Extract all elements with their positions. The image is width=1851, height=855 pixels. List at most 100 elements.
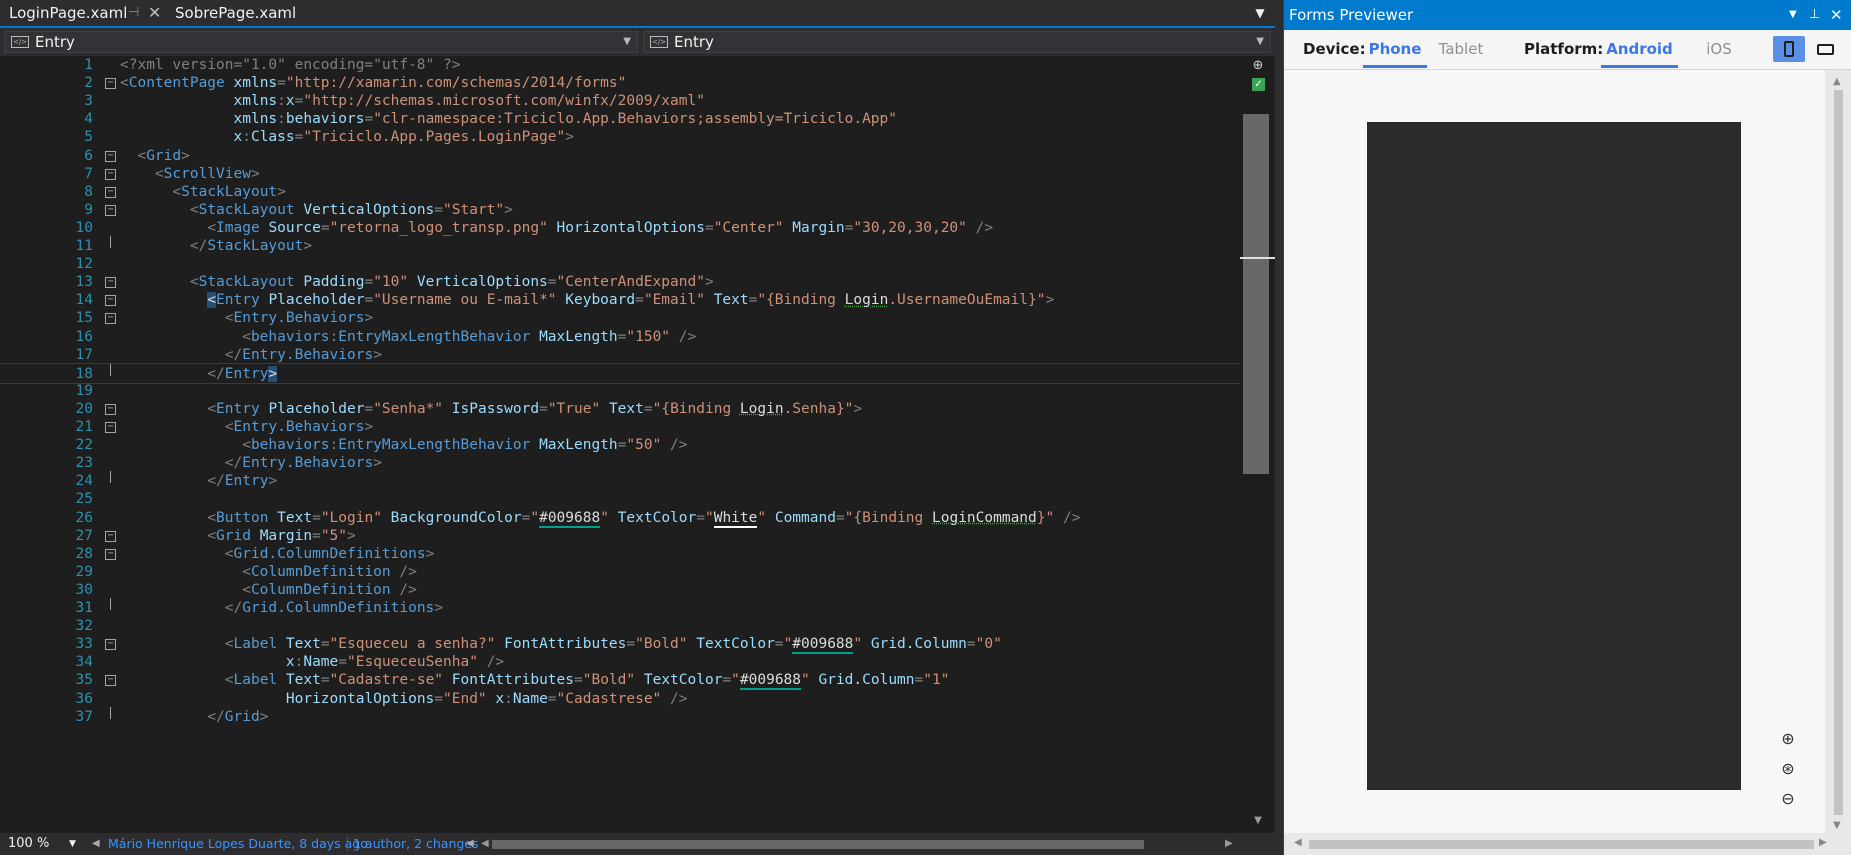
collapse-region-icon[interactable]: − xyxy=(105,295,116,307)
preview-vertical-scrollbar[interactable]: ▲ ▼ xyxy=(1825,70,1851,833)
collapse-region-icon[interactable]: − xyxy=(105,403,116,415)
code-token: "retorna_logo_transp.png" xyxy=(329,219,548,236)
previewer-title: Forms Previewer xyxy=(1289,6,1414,24)
code-token: = xyxy=(338,654,347,671)
code-token: "Cadastrese" xyxy=(556,690,662,707)
collapse-region-icon[interactable]: − xyxy=(105,639,116,651)
zoom-level-combo[interactable]: 100 % xyxy=(8,833,49,855)
code-token: Margin xyxy=(792,219,845,236)
collapse-region-icon[interactable]: − xyxy=(105,548,116,560)
split-window-icon[interactable]: ⊕ xyxy=(1252,59,1264,73)
previous-change-icon[interactable]: ◀ xyxy=(92,833,100,855)
scrollbar-thumb[interactable] xyxy=(1309,840,1814,849)
scrollbar-thumb[interactable] xyxy=(1834,90,1843,815)
code-token: "Start" xyxy=(443,201,505,218)
platform-tab-ios[interactable]: iOS xyxy=(1697,30,1741,68)
collapse-region-icon[interactable]: − xyxy=(105,186,116,198)
code-token: behaviors xyxy=(250,437,330,454)
code-token: = xyxy=(696,509,705,526)
code-token: Entry xyxy=(224,473,269,490)
member-selector-dropdown[interactable]: </> Entry ▼ xyxy=(643,31,1271,53)
collapse-region-icon[interactable]: − xyxy=(105,313,116,325)
scroll-right-icon[interactable]: ▶ xyxy=(1819,837,1827,848)
code-token: "1" xyxy=(923,672,950,689)
collapse-region-icon[interactable]: − xyxy=(105,530,116,542)
platform-tab-android[interactable]: Android xyxy=(1601,30,1678,68)
code-text-area[interactable]: 1 <?xml version="1.0" encoding="utf-8" ?>… xyxy=(0,56,1240,830)
document-tab-strip: LoginPage.xaml ⊣ ✕ SobrePage.xaml ▼ xyxy=(0,0,1275,28)
landscape-orientation-button[interactable] xyxy=(1809,36,1841,62)
code-token: "30,20,30,20" xyxy=(853,219,967,236)
code-token: xmlns xyxy=(233,93,278,110)
horizontal-scrollbar-thumb[interactable] xyxy=(492,840,1144,849)
code-token: = xyxy=(277,75,286,92)
collapse-region-icon[interactable]: − xyxy=(105,150,116,162)
pin-icon[interactable]: ⊣ xyxy=(128,0,139,26)
pin-icon[interactable]: ⊥ xyxy=(1809,0,1820,30)
collapse-region-icon[interactable]: − xyxy=(105,422,116,433)
zoom-fit-icon[interactable]: ⊛ xyxy=(1774,755,1802,783)
tab-sobrepage-xaml[interactable]: SobrePage.xaml xyxy=(166,0,316,26)
zoom-in-icon[interactable]: ⊕ xyxy=(1774,725,1802,753)
scrollbar-thumb[interactable] xyxy=(1243,114,1269,474)
code-token: "{Binding xyxy=(757,292,845,309)
next-change-icon[interactable]: ◀ xyxy=(466,833,474,855)
tab-loginpage-xaml[interactable]: LoginPage.xaml ⊣ ✕ xyxy=(0,0,166,26)
code-token: Grid xyxy=(216,527,251,544)
code-token: TextColor xyxy=(643,672,723,689)
portrait-orientation-button[interactable] xyxy=(1773,36,1805,62)
type-selector-dropdown[interactable]: </> Entry ▼ xyxy=(4,31,638,53)
scroll-down-icon[interactable]: ▼ xyxy=(1251,816,1265,826)
code-token: }" xyxy=(1036,509,1055,526)
window-menu-icon[interactable]: ▼ xyxy=(1789,0,1797,30)
code-token: = xyxy=(320,672,330,689)
scroll-up-icon[interactable]: ▲ xyxy=(1833,76,1841,87)
code-token: behaviors xyxy=(285,111,365,128)
editor-vertical-scrollbar[interactable]: ⊕ ✓ ▼ xyxy=(1240,56,1275,830)
chevron-down-icon[interactable]: ▼ xyxy=(1252,3,1268,23)
code-token: > xyxy=(277,183,286,200)
codelens-changes[interactable]: 1 author, 2 changes xyxy=(353,833,479,855)
line-number: 37 xyxy=(75,708,93,725)
code-line[interactable]: 37 </Grid> xyxy=(0,706,1240,728)
scroll-left-icon[interactable]: ◀ xyxy=(1294,837,1302,848)
close-icon[interactable]: ✕ xyxy=(148,0,161,26)
collapse-region-icon[interactable]: − xyxy=(105,168,116,180)
chevron-down-icon[interactable]: ▼ xyxy=(69,833,76,855)
collapse-region-icon[interactable]: − xyxy=(105,277,116,289)
code-token: > xyxy=(268,365,278,382)
code-token: EntryMaxLengthBehavior xyxy=(338,328,531,345)
codelens-last-author[interactable]: Mário Henrique Lopes Duarte, 8 days ago xyxy=(108,833,368,855)
code-token: .Senha}" xyxy=(783,400,854,417)
scroll-down-icon[interactable]: ▼ xyxy=(1833,820,1841,831)
scroll-right-icon[interactable]: ▶ xyxy=(1225,833,1233,855)
code-token: < xyxy=(189,201,199,218)
code-token: = xyxy=(539,400,548,417)
code-token: Entry xyxy=(216,292,260,309)
code-token: Text xyxy=(277,509,313,526)
collapse-region-icon[interactable]: − xyxy=(105,675,116,687)
preview-horizontal-scrollbar[interactable]: ◀ ▶ xyxy=(1284,833,1851,855)
code-token: = xyxy=(434,201,444,218)
scroll-left-icon[interactable]: ◀ xyxy=(481,833,489,855)
zoom-out-icon[interactable]: ⊖ xyxy=(1774,785,1802,813)
code-token: > xyxy=(1045,292,1055,309)
device-tab-phone[interactable]: Phone xyxy=(1363,30,1427,68)
device-tab-tablet[interactable]: Tablet xyxy=(1437,30,1485,68)
collapse-region-icon[interactable]: − xyxy=(105,78,116,90)
collapse-region-icon[interactable]: − xyxy=(105,204,116,216)
code-token: /> xyxy=(678,328,697,345)
code-token: </ xyxy=(224,455,243,472)
close-icon[interactable]: ✕ xyxy=(1830,0,1843,30)
